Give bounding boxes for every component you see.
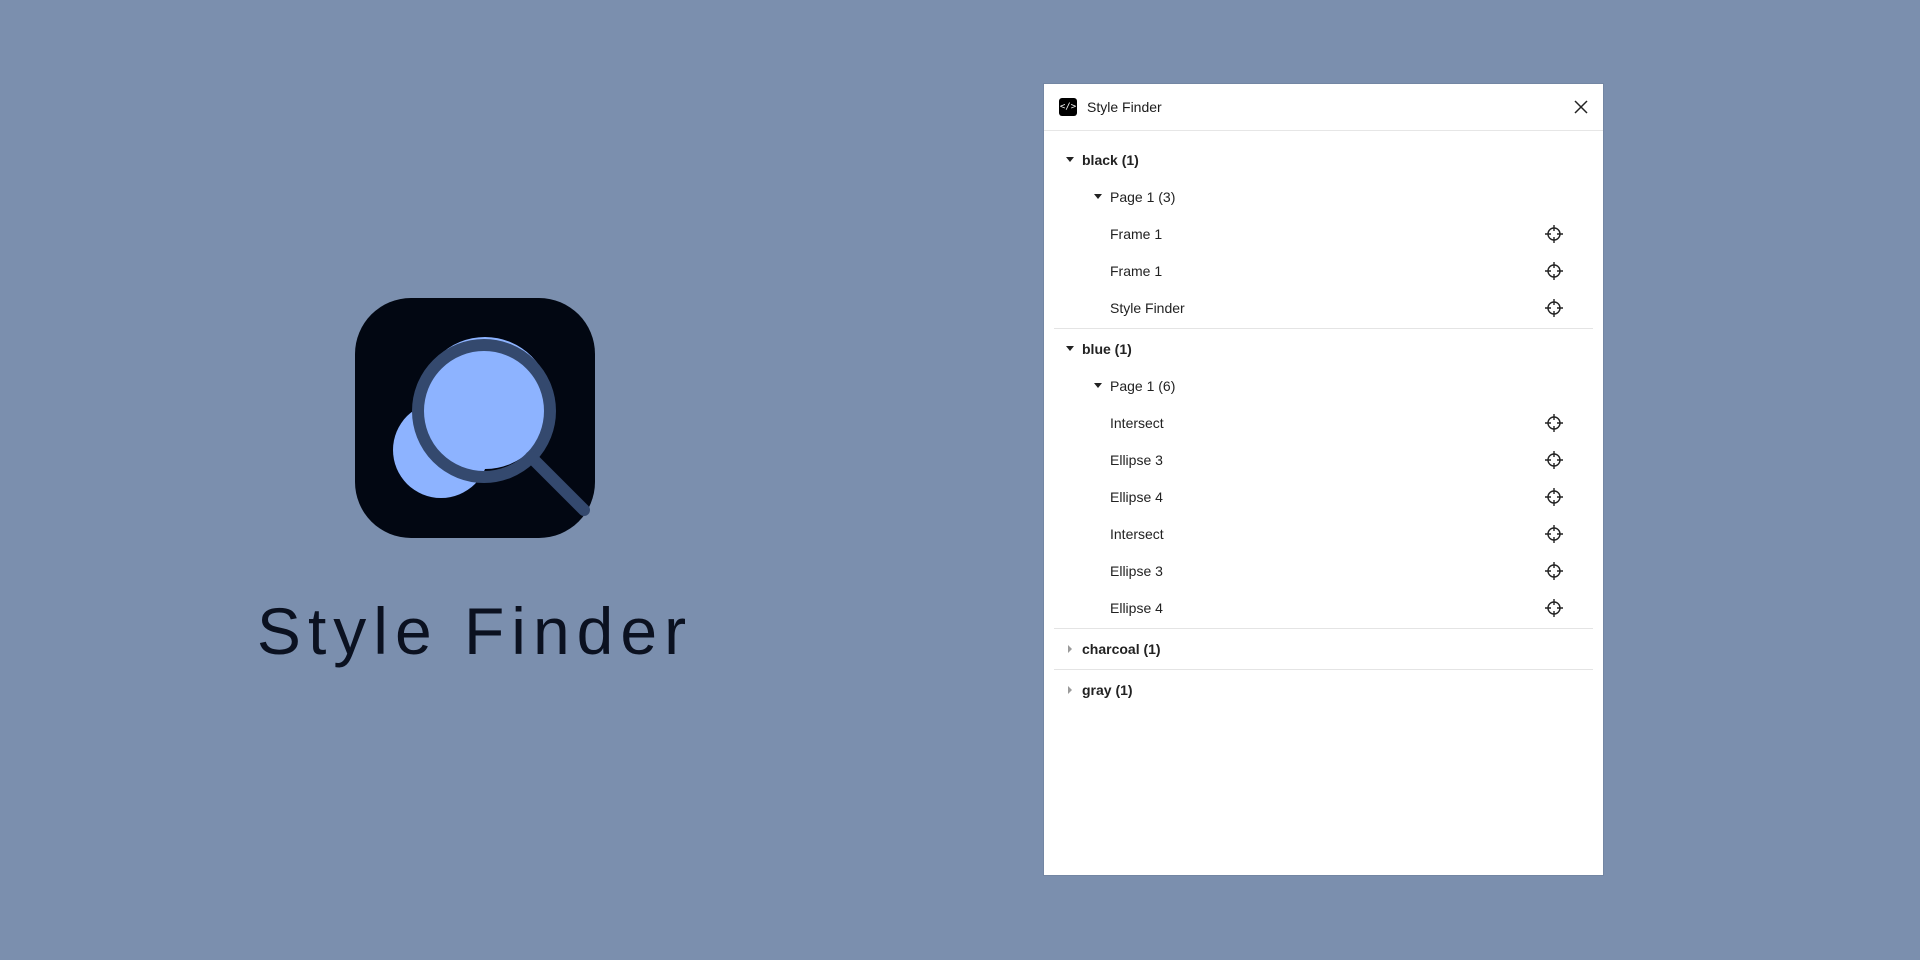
layer-label: Ellipse 3: [1110, 451, 1163, 468]
layer-label: Intersect: [1110, 414, 1164, 431]
layer-label: Ellipse 4: [1110, 599, 1163, 616]
caret-down-icon[interactable]: [1066, 157, 1074, 162]
crosshair-icon[interactable]: [1544, 487, 1564, 507]
layer-row[interactable]: Intersect: [1044, 404, 1603, 441]
layer-label: Style Finder: [1110, 299, 1185, 316]
caret-down-icon[interactable]: [1094, 194, 1102, 199]
layer-label: Frame 1: [1110, 225, 1163, 242]
code-icon: </>: [1059, 98, 1077, 116]
caret-right-icon[interactable]: [1068, 686, 1072, 694]
divider: [1054, 328, 1593, 329]
hero-title: Style Finder: [256, 594, 694, 668]
tree-page-black-page-1[interactable]: Page 1 (3): [1044, 178, 1603, 215]
tree-page-blue-page-1[interactable]: Page 1 (6): [1044, 367, 1603, 404]
caret-down-icon[interactable]: [1066, 346, 1074, 351]
window-title: Style Finder: [1087, 99, 1162, 115]
tree-group-black[interactable]: black (1): [1044, 141, 1603, 178]
style-finder-logo-icon: [355, 298, 595, 538]
page-label: Page 1 (6): [1110, 377, 1176, 394]
layer-label: Ellipse 4: [1110, 488, 1163, 505]
group-label: charcoal (1): [1082, 640, 1161, 657]
style-tree: black (1) Page 1 (3) Frame 1 Frame 1 Sty…: [1044, 131, 1603, 708]
tree-group-charcoal[interactable]: charcoal (1): [1044, 630, 1603, 667]
crosshair-icon[interactable]: [1544, 524, 1564, 544]
crosshair-icon[interactable]: [1544, 450, 1564, 470]
close-icon[interactable]: [1571, 97, 1591, 117]
tree-group-blue[interactable]: blue (1): [1044, 330, 1603, 367]
crosshair-icon[interactable]: [1544, 261, 1564, 281]
layer-row[interactable]: Ellipse 4: [1044, 478, 1603, 515]
crosshair-icon[interactable]: [1544, 598, 1564, 618]
layer-row[interactable]: Frame 1: [1044, 215, 1603, 252]
layer-label: Frame 1: [1110, 262, 1163, 279]
window-titlebar: </> Style Finder: [1044, 84, 1603, 131]
group-label: black (1): [1082, 151, 1139, 168]
group-label: blue (1): [1082, 340, 1132, 357]
divider: [1054, 628, 1593, 629]
layer-row[interactable]: Ellipse 3: [1044, 441, 1603, 478]
layer-label: Ellipse 3: [1110, 562, 1163, 579]
layer-row[interactable]: Style Finder: [1044, 289, 1603, 326]
layer-row[interactable]: Ellipse 4: [1044, 589, 1603, 626]
layer-row[interactable]: Ellipse 3: [1044, 552, 1603, 589]
style-finder-window: </> Style Finder black (1) Page 1 (3) Fr…: [1044, 84, 1603, 875]
tree-group-gray[interactable]: gray (1): [1044, 671, 1603, 708]
divider: [1054, 669, 1593, 670]
caret-right-icon[interactable]: [1068, 645, 1072, 653]
crosshair-icon[interactable]: [1544, 298, 1564, 318]
layer-label: Intersect: [1110, 525, 1164, 542]
crosshair-icon[interactable]: [1544, 413, 1564, 433]
layer-row[interactable]: Intersect: [1044, 515, 1603, 552]
group-label: gray (1): [1082, 681, 1133, 698]
crosshair-icon[interactable]: [1544, 561, 1564, 581]
page-label: Page 1 (3): [1110, 188, 1176, 205]
crosshair-icon[interactable]: [1544, 224, 1564, 244]
layer-row[interactable]: Frame 1: [1044, 252, 1603, 289]
caret-down-icon[interactable]: [1094, 383, 1102, 388]
